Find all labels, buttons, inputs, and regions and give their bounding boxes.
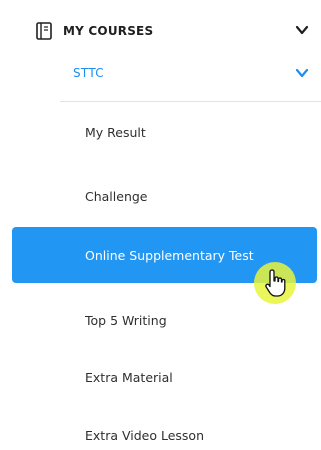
- menu-item-my-result[interactable]: My Result: [12, 117, 317, 147]
- course-title: STTC: [73, 66, 104, 80]
- hand-pointer-icon: [265, 269, 286, 297]
- book-icon: [36, 22, 52, 40]
- chevron-down-icon[interactable]: [295, 23, 309, 37]
- divider: [60, 101, 321, 102]
- menu-item-challenge[interactable]: Challenge: [12, 181, 317, 211]
- menu-item-label: Extra Material: [85, 369, 173, 385]
- chevron-down-icon[interactable]: [295, 66, 309, 80]
- course-item-sttc[interactable]: STTC: [73, 62, 309, 84]
- menu-item-label: Online Supplementary Test: [85, 247, 254, 263]
- menu-item-label: Top 5 Writing: [85, 312, 167, 328]
- menu-item-extra-video-lesson[interactable]: Extra Video Lesson: [12, 420, 317, 450]
- menu-item-label: Challenge: [85, 188, 148, 204]
- menu-item-label: Extra Video Lesson: [85, 427, 204, 443]
- menu-item-extra-material[interactable]: Extra Material: [12, 362, 317, 392]
- section-title: MY COURSES: [63, 24, 154, 38]
- menu-item-label: My Result: [85, 124, 146, 140]
- sidebar-section-my-courses[interactable]: MY COURSES: [36, 20, 309, 42]
- menu-item-top-5-writing[interactable]: Top 5 Writing: [12, 305, 317, 335]
